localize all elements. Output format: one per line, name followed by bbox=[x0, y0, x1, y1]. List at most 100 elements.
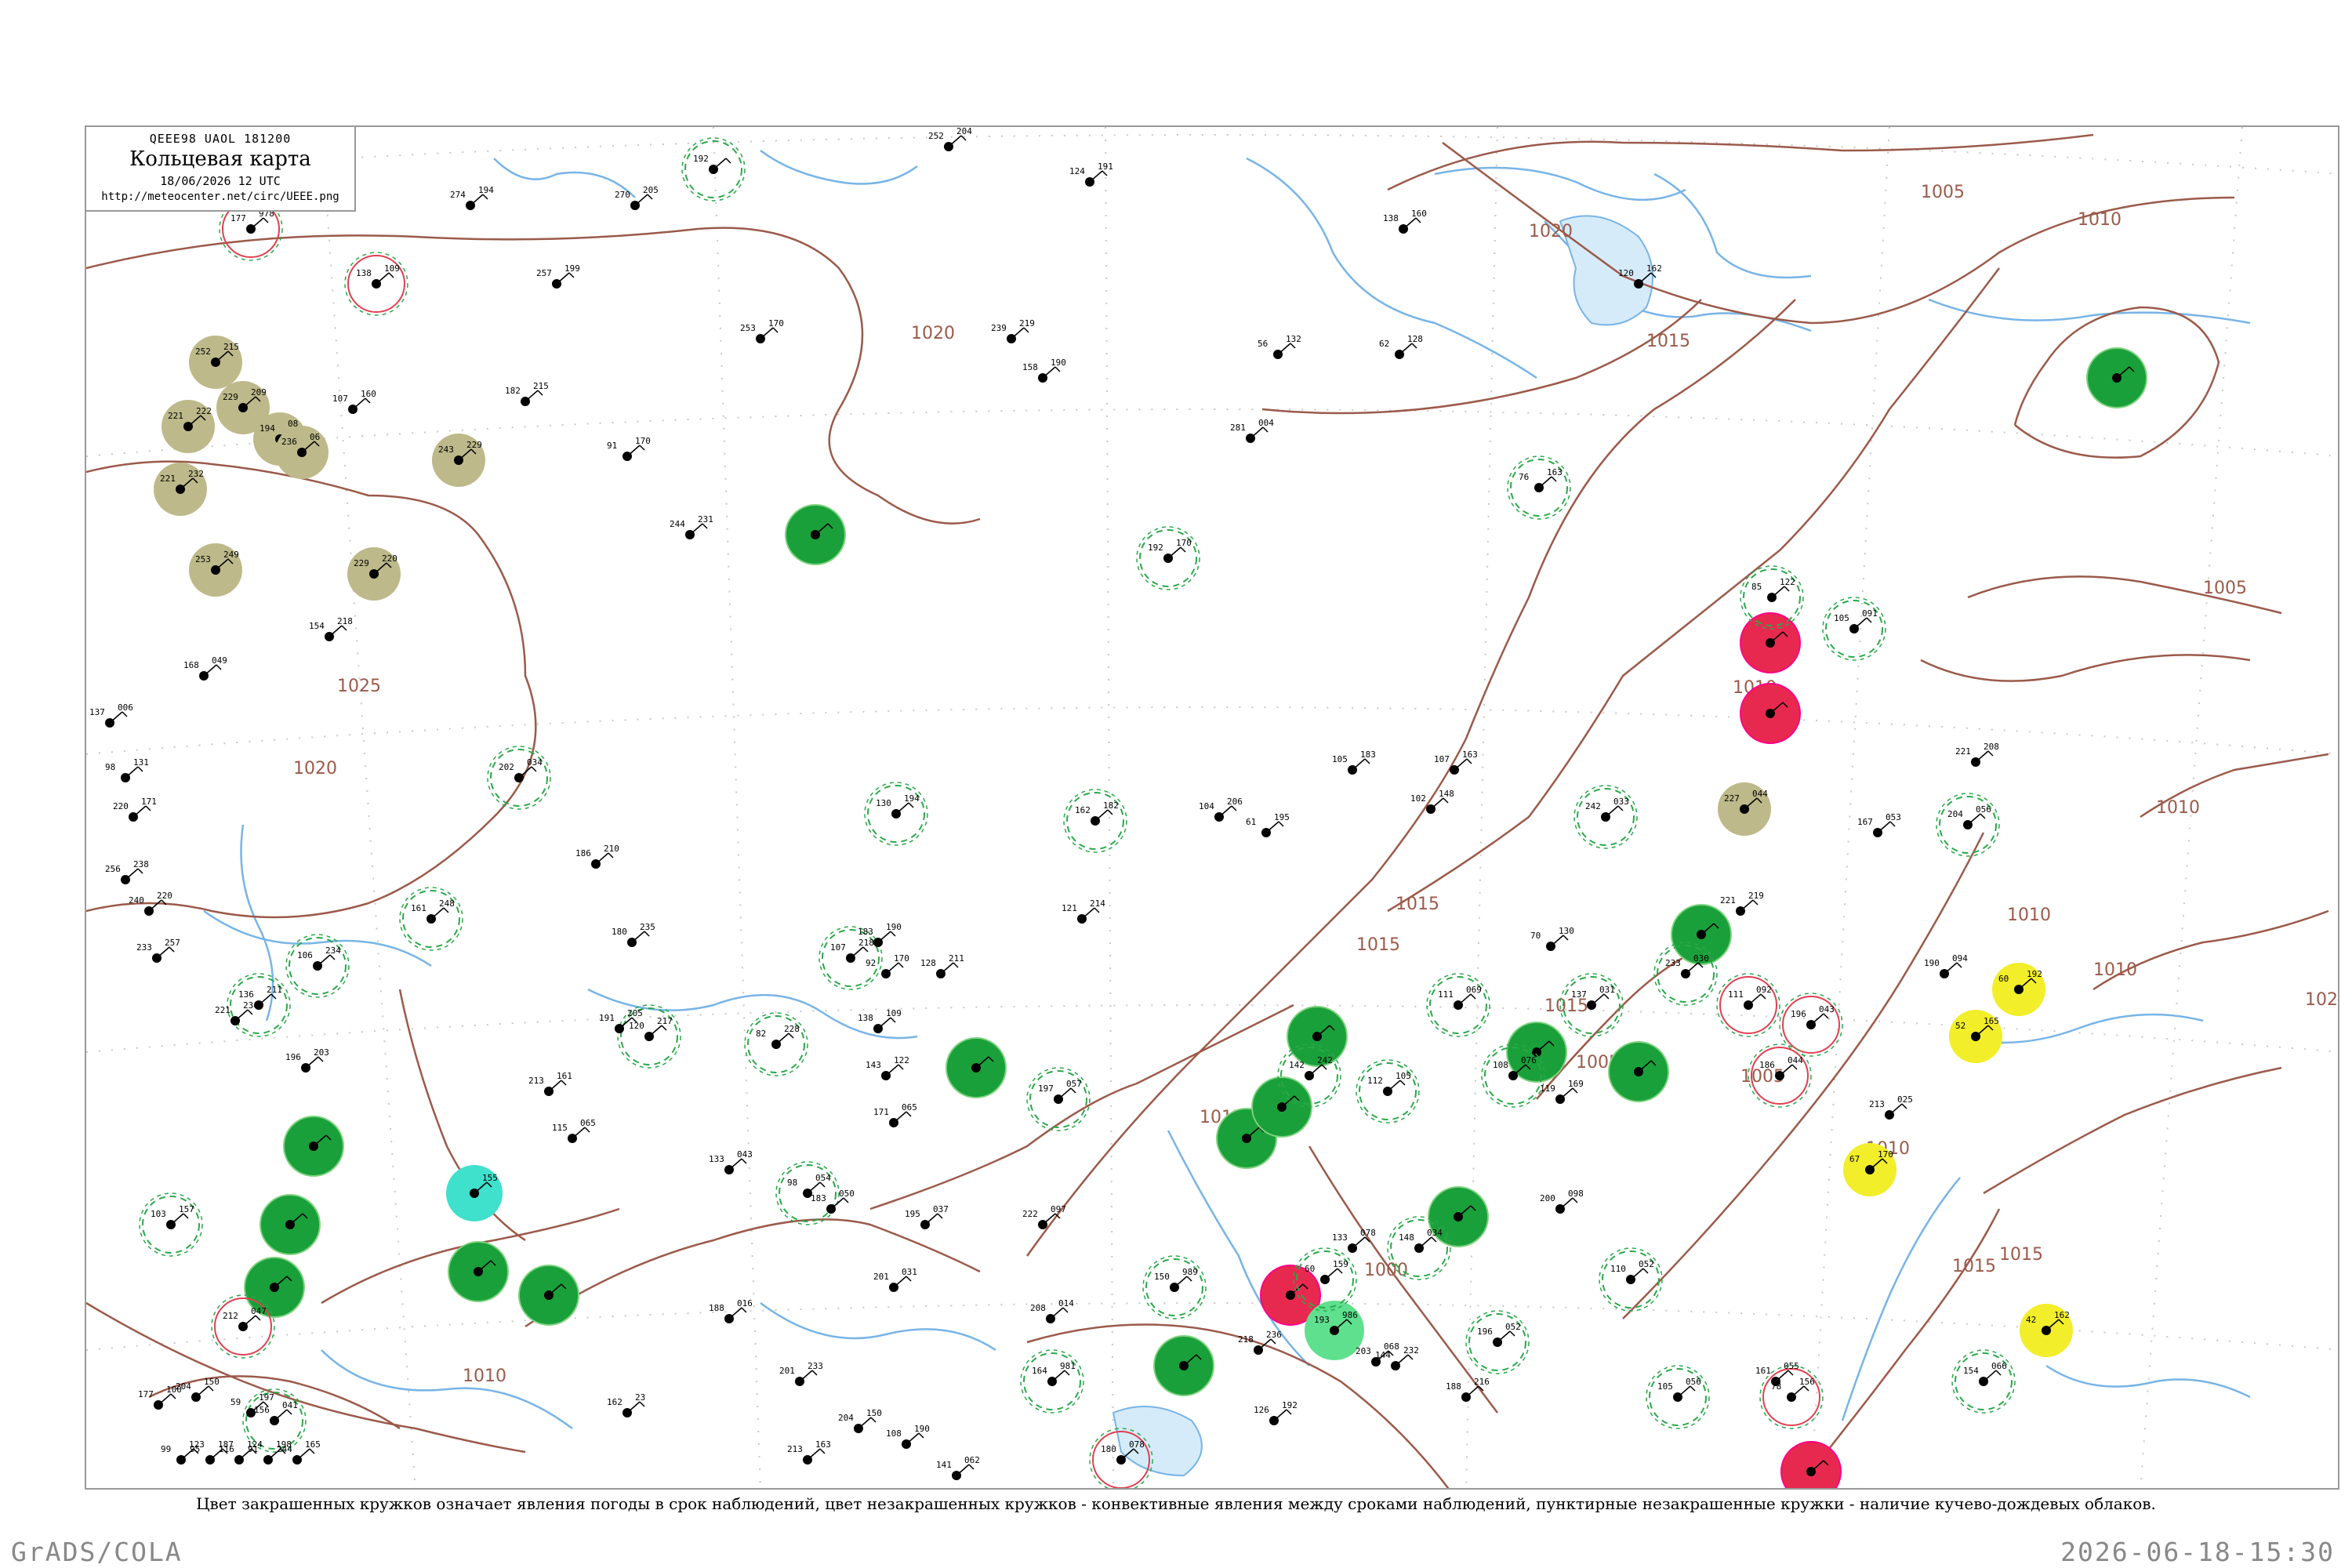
station-pressure: 234 bbox=[325, 946, 341, 956]
station-pressure: 157 bbox=[179, 1204, 194, 1214]
station-marker: 143 122 bbox=[866, 1055, 909, 1080]
station-marker: 244 231 bbox=[670, 514, 713, 539]
station-ring bbox=[1780, 1441, 1842, 1488]
wind-barb bbox=[1395, 1354, 1409, 1367]
station-pressure: 092 bbox=[1756, 985, 1772, 995]
wind-barb bbox=[1685, 962, 1699, 975]
isobar-label: 1015 bbox=[1999, 1245, 2043, 1265]
station-pressure: 160 bbox=[361, 389, 376, 399]
station-pressure: 097 bbox=[1051, 1204, 1066, 1214]
station-marker: 154 066 bbox=[1951, 1349, 2016, 1414]
station-pressure: 065 bbox=[580, 1118, 596, 1128]
wind-barb bbox=[877, 931, 891, 943]
station-marker: 197 057 bbox=[1026, 1067, 1091, 1131]
station-temperature: 229 bbox=[223, 392, 238, 402]
station-pressure: 078 bbox=[1360, 1228, 1376, 1238]
station-pressure: 128 bbox=[1407, 334, 1423, 344]
source-url: http://meteocenter.net/circ/UEEE.png bbox=[101, 191, 339, 203]
isobars-layer bbox=[86, 133, 2329, 1488]
station-pressure: 030 bbox=[1693, 953, 1709, 964]
station-temperature: 191 bbox=[599, 1013, 615, 1023]
station-marker: 229 220 bbox=[347, 547, 401, 601]
wind-barb bbox=[352, 397, 366, 410]
station-pressure: 205 bbox=[643, 185, 659, 195]
map-title: Кольцевая карта bbox=[129, 147, 311, 171]
station-temperature: 177 bbox=[230, 213, 246, 223]
station-temperature: 183 bbox=[811, 1193, 826, 1203]
station-temperature: 221 bbox=[1955, 746, 1971, 757]
station-temperature: 142 bbox=[1289, 1060, 1305, 1070]
station-marker: 177 100 bbox=[138, 1385, 182, 1410]
station-marker: 227 044 bbox=[1718, 782, 1771, 836]
station-pressure: 206 bbox=[1227, 797, 1243, 807]
station-pressure: 109 bbox=[886, 1008, 902, 1018]
station-temperature: 128 bbox=[920, 958, 936, 968]
wind-barb bbox=[1559, 1197, 1573, 1210]
wind-barb bbox=[1387, 1080, 1401, 1092]
station-pressure: 052 bbox=[1639, 1259, 1654, 1269]
wind-barb bbox=[1250, 426, 1264, 439]
station-temperature: 233 bbox=[1665, 958, 1681, 968]
station-temperature: 56 bbox=[1258, 339, 1268, 349]
station-pressure: 057 bbox=[1066, 1079, 1082, 1089]
station-temperature: 60 bbox=[1305, 1264, 1315, 1274]
station-temperature: 112 bbox=[1367, 1076, 1383, 1086]
station-marker bbox=[283, 1116, 344, 1177]
station-pressure: 219 bbox=[1748, 891, 1764, 901]
station-marker: 208 014 bbox=[1030, 1298, 1074, 1323]
station-temperature: 141 bbox=[936, 1460, 952, 1470]
station-temperature: 85 bbox=[1751, 582, 1762, 592]
wind-barb bbox=[1081, 907, 1095, 920]
wind-barb bbox=[728, 1158, 742, 1171]
river-line bbox=[493, 158, 636, 198]
station-temperature: 213 bbox=[787, 1444, 803, 1454]
station-temperature: 200 bbox=[1540, 1193, 1555, 1203]
wind-barb bbox=[626, 445, 641, 457]
station-temperature: 197 bbox=[1038, 1083, 1054, 1094]
station-pressure: 232 bbox=[1403, 1345, 1419, 1356]
station-marker: 196 052 bbox=[1465, 1310, 1530, 1374]
station-marker: 233 257 bbox=[136, 938, 180, 963]
station-marker: 213 163 bbox=[787, 1439, 831, 1465]
station-temperature: 257 bbox=[536, 268, 552, 278]
station-marker: 192 bbox=[681, 137, 746, 201]
station-temperature: 190 bbox=[1924, 958, 1940, 968]
isobar-label: 1005 bbox=[2203, 579, 2247, 598]
wind-barb bbox=[728, 1307, 742, 1319]
wind-barb bbox=[242, 1315, 256, 1327]
station-temperature: 202 bbox=[499, 762, 514, 772]
station-marker: 128 211 bbox=[920, 953, 964, 978]
wind-barb bbox=[1011, 327, 1025, 339]
station-pressure: 220 bbox=[382, 554, 397, 564]
station-temperature: 240 bbox=[129, 895, 144, 906]
wind-barb bbox=[1403, 217, 1417, 230]
station-marker: 104 206 bbox=[1199, 797, 1243, 822]
station-marker: 171 065 bbox=[873, 1102, 917, 1127]
station-marker: 274 194 bbox=[450, 185, 494, 210]
station-marker: 108 190 bbox=[886, 1424, 930, 1449]
station-pressure: 037 bbox=[933, 1204, 949, 1214]
station-temperature: 213 bbox=[528, 1076, 544, 1086]
station-pressure: 163 bbox=[1462, 750, 1478, 760]
station-pressure: 034 bbox=[1427, 1228, 1443, 1238]
station-pressure: 209 bbox=[251, 387, 267, 397]
station-pressure: 06 bbox=[310, 432, 320, 442]
station-marker: 137 006 bbox=[89, 702, 133, 728]
station-pressure: 205 bbox=[627, 1008, 643, 1018]
station-temperature: 67 bbox=[1849, 1154, 1860, 1164]
station-temperature: 171 bbox=[873, 1107, 889, 1117]
station-temperature: 42 bbox=[2026, 1315, 2036, 1325]
station-temperature: 203 bbox=[1356, 1346, 1371, 1356]
wind-barb bbox=[1740, 899, 1754, 912]
station-temperature: 162 bbox=[1075, 805, 1091, 815]
station-temperature: 154 bbox=[309, 621, 325, 631]
station-pressure: 150 bbox=[866, 1408, 882, 1418]
wind-barb bbox=[296, 1448, 310, 1461]
station-marker: 167 053 bbox=[1857, 812, 1901, 837]
grid-line bbox=[1810, 127, 1890, 1488]
station-temperature: 212 bbox=[223, 1311, 238, 1321]
station-pressure: 236 bbox=[1266, 1330, 1282, 1340]
station-pressure: 091 bbox=[1862, 608, 1878, 619]
station-marker: 252 215 bbox=[189, 336, 242, 389]
wind-barb bbox=[885, 1064, 899, 1076]
